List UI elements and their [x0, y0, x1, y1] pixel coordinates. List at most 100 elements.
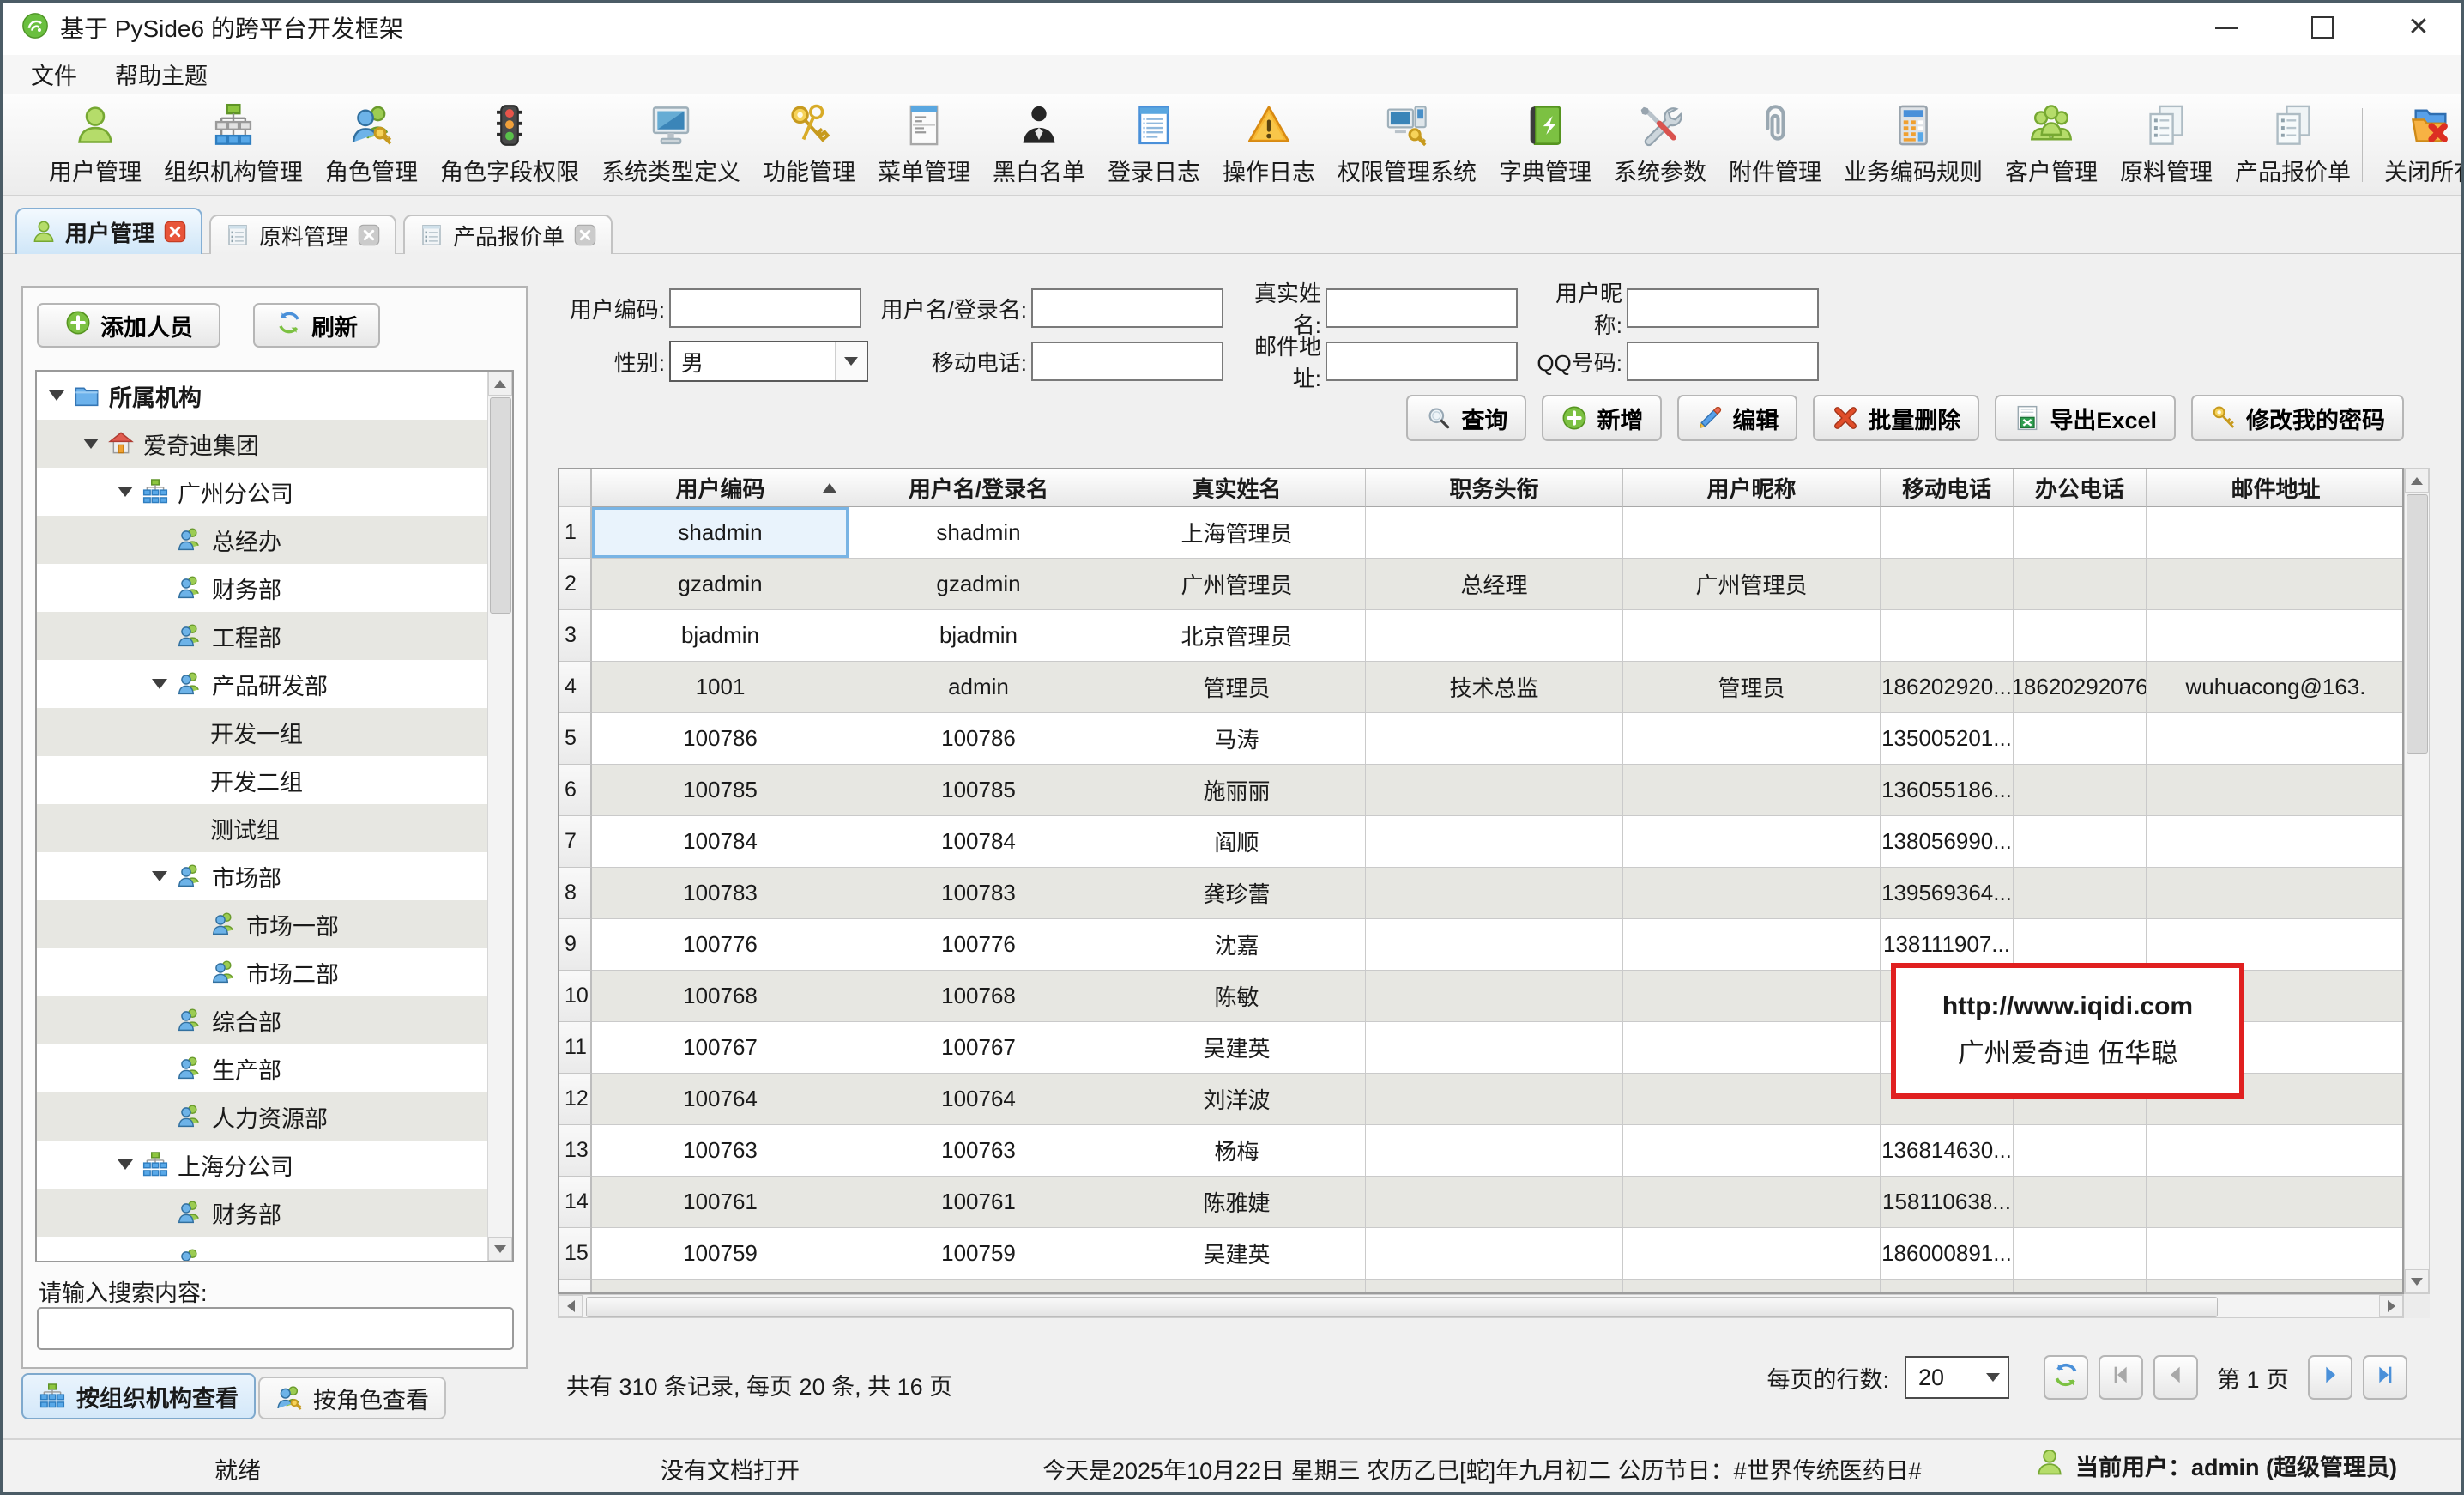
table-cell[interactable]: 100768	[592, 971, 849, 1022]
table-cell[interactable]	[2014, 610, 2147, 662]
table-scroll-left-button[interactable]	[559, 1295, 583, 1317]
next-page-button[interactable]	[2308, 1355, 2352, 1400]
view-tab-按角色查看[interactable]: 按角色查看	[258, 1377, 446, 1419]
table-cell[interactable]: 100768	[849, 971, 1108, 1022]
tree-item-工程部[interactable]: 工程部	[37, 612, 488, 660]
tree-item-广州分公司[interactable]: 广州分公司	[37, 468, 488, 516]
table-cell[interactable]	[2147, 816, 2402, 868]
table-cell[interactable]: 135817381...	[1881, 1280, 2014, 1292]
table-cell[interactable]: 施丽丽	[1108, 765, 1366, 816]
toolbar-item-calc[interactable]: 业务编码规则	[1833, 100, 1994, 190]
toolbar-item-dict[interactable]: 字典管理	[1488, 100, 1603, 190]
table-scroll-up-button[interactable]	[2405, 469, 2429, 493]
tree-item-财务部[interactable]: 财务部	[37, 564, 488, 612]
caret-down-icon[interactable]	[83, 439, 99, 449]
table-cell[interactable]: 100783	[849, 868, 1108, 919]
table-cell[interactable]: gzadmin	[592, 559, 849, 610]
table-cell[interactable]: 刘洋波	[1108, 1074, 1366, 1125]
row-number[interactable]: 8	[559, 868, 592, 919]
table-cell[interactable]: 100761	[849, 1177, 1108, 1228]
caret-down-icon[interactable]	[152, 679, 167, 689]
table-cell[interactable]: 吴建英	[1108, 1022, 1366, 1074]
table-cell[interactable]	[2014, 765, 2147, 816]
table-cell[interactable]	[2147, 1177, 2402, 1228]
table-cell[interactable]: 135005201...	[1881, 713, 2014, 765]
table-cell[interactable]	[2014, 1280, 2147, 1292]
tree-item[interactable]	[37, 1237, 488, 1262]
table-cell[interactable]: 158110638...	[1881, 1177, 2014, 1228]
table-cell[interactable]: 龚珍蕾	[1108, 868, 1366, 919]
table-cell[interactable]: 100783	[592, 868, 849, 919]
table-cell[interactable]	[1881, 610, 2014, 662]
column-header-移动电话[interactable]: 移动电话	[1881, 469, 2014, 507]
tree-item-总经办[interactable]: 总经办	[37, 516, 488, 564]
table-cell[interactable]	[2014, 713, 2147, 765]
row-number[interactable]: 9	[559, 919, 592, 971]
toolbar-item-computerkey[interactable]: 权限管理系统	[1326, 100, 1488, 190]
tree-item-市场一部[interactable]: 市场一部	[37, 900, 488, 948]
action-button-查询[interactable]: 查询	[1406, 395, 1526, 441]
tree-item-上海分公司[interactable]: 上海分公司	[37, 1141, 488, 1189]
row-number[interactable]: 1	[559, 507, 592, 559]
table-cell[interactable]	[1366, 868, 1623, 919]
table-cell[interactable]	[1366, 971, 1623, 1022]
table-cell[interactable]: 1001	[592, 662, 849, 713]
table-cell[interactable]: gzadmin	[849, 559, 1108, 610]
row-number[interactable]: 16	[559, 1280, 592, 1292]
table-cell[interactable]	[2147, 868, 2402, 919]
table-cell[interactable]	[2014, 1177, 2147, 1228]
field-input[interactable]	[1326, 288, 1518, 328]
table-cell[interactable]	[2014, 559, 2147, 610]
tab-close-button[interactable]	[573, 223, 597, 247]
table-cell[interactable]: 100763	[849, 1125, 1108, 1177]
tab-用户管理[interactable]: 用户管理	[15, 208, 202, 254]
caret-down-icon[interactable]	[152, 871, 167, 881]
rows-per-page-select[interactable]: 20	[1905, 1356, 2009, 1399]
row-number[interactable]: 5	[559, 713, 592, 765]
table-cell[interactable]	[2014, 1125, 2147, 1177]
toolbar-item-keys[interactable]: 功能管理	[752, 100, 867, 190]
table-cell[interactable]: 广州管理员	[1623, 559, 1881, 610]
table-cell[interactable]: 上海管理员	[1108, 507, 1366, 559]
table-cell[interactable]	[1623, 816, 1881, 868]
refresh-button[interactable]: 刷新	[253, 303, 380, 348]
table-cell[interactable]: 杨梅	[1108, 1125, 1366, 1177]
row-number[interactable]: 11	[559, 1022, 592, 1074]
field-input[interactable]	[669, 288, 861, 328]
table-cell[interactable]: 沈嘉	[1108, 919, 1366, 971]
view-tab-按组织机构查看[interactable]: 按组织机构查看	[21, 1373, 256, 1419]
tree-item-市场部[interactable]: 市场部	[37, 852, 488, 900]
table-cell[interactable]	[1623, 1228, 1881, 1280]
table-cell[interactable]: wuhuacong@163.	[2147, 662, 2402, 713]
table-cell[interactable]: 阎顺	[1108, 816, 1366, 868]
table-cell[interactable]	[1366, 1125, 1623, 1177]
row-number[interactable]: 12	[559, 1074, 592, 1125]
caret-down-icon[interactable]	[49, 390, 64, 401]
prev-page-button[interactable]	[2153, 1355, 2198, 1400]
action-button-修改我的密码[interactable]: 修改我的密码	[2191, 395, 2404, 441]
table-cell[interactable]: shadmin	[849, 507, 1108, 559]
table-cell[interactable]: 100784	[849, 816, 1108, 868]
field-input[interactable]	[1031, 288, 1223, 328]
table-cell[interactable]	[1623, 765, 1881, 816]
menu-item-file[interactable]: 文件	[12, 55, 96, 94]
table-cell[interactable]: 100786	[849, 713, 1108, 765]
table-cell[interactable]: 100767	[849, 1022, 1108, 1074]
add-person-button[interactable]: 添加人员	[37, 303, 220, 348]
toolbar-item-org[interactable]: 组织机构管理	[153, 100, 314, 190]
action-button-新增[interactable]: 新增	[1542, 395, 1662, 441]
tree-scroll-down-button[interactable]	[488, 1237, 512, 1261]
table-cell[interactable]: 100785	[592, 765, 849, 816]
field-input[interactable]	[1627, 342, 1819, 381]
table-cell[interactable]: 管理员	[1623, 662, 1881, 713]
table-cell[interactable]	[1623, 1177, 1881, 1228]
table-cell[interactable]	[2147, 1228, 2402, 1280]
last-page-button[interactable]	[2363, 1355, 2407, 1400]
minimize-button[interactable]	[2207, 8, 2246, 47]
table-cell[interactable]	[2147, 559, 2402, 610]
column-header-办公电话[interactable]: 办公电话	[2014, 469, 2147, 507]
tree-scrollbar[interactable]	[487, 372, 512, 1261]
table-cell[interactable]: 100761	[592, 1177, 849, 1228]
table-cell[interactable]: 何宁	[1108, 1280, 1366, 1292]
tree-scroll-thumb[interactable]	[490, 397, 511, 614]
